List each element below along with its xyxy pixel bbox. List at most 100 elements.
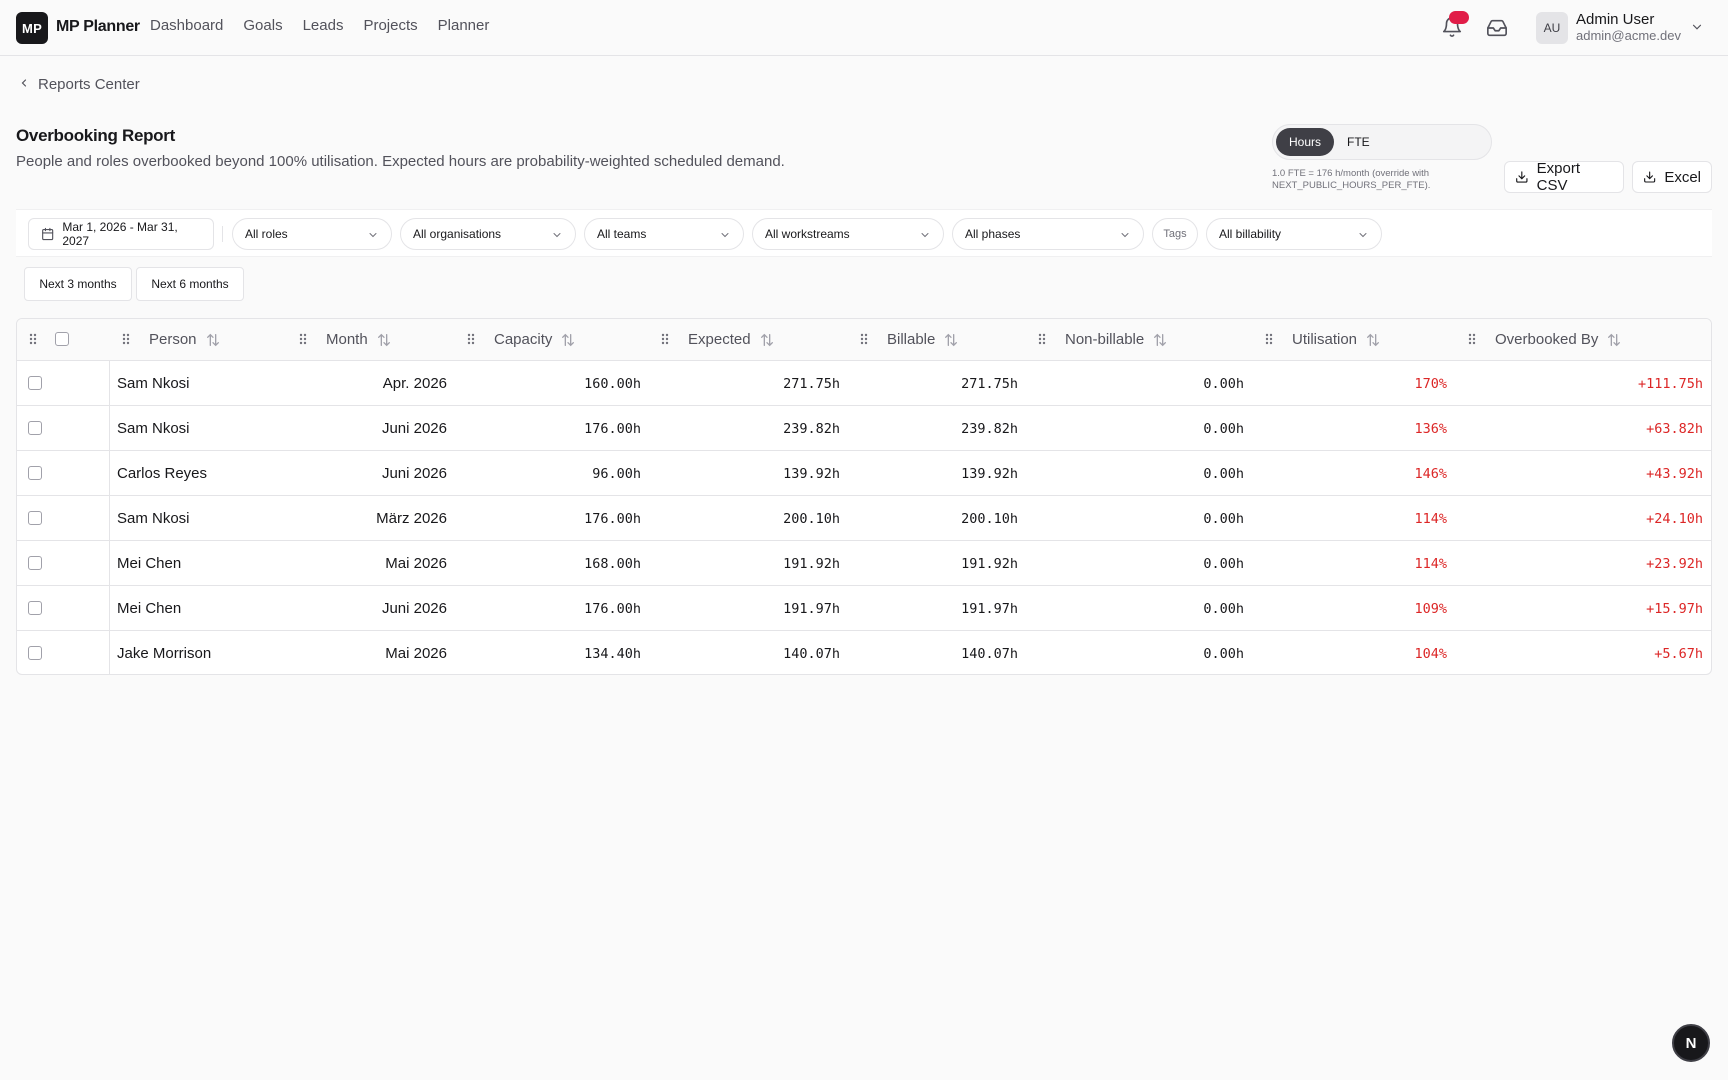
workstreams-select[interactable]: All workstreams [752, 218, 944, 250]
column-header-utilisation[interactable]: Utilisation [1292, 331, 1381, 348]
export-csv-button[interactable]: Export CSV [1504, 160, 1624, 194]
cell-person: Mei Chen [117, 600, 182, 617]
cell-month: Juni 2026 [381, 465, 447, 482]
cell-overbooked-by: +15.97h [1646, 601, 1703, 617]
cell-billable: 139.92h [961, 466, 1018, 482]
table-row[interactable]: Sam Nkosi März 2026 176.00h 200.10h 200.… [17, 496, 1711, 541]
page-title: Overbooking Report [16, 126, 175, 145]
fte-note: 1.0 FTE = 176 h/month (override with NEX… [1272, 168, 1431, 191]
row-checkbox[interactable] [28, 646, 42, 660]
nav-projects[interactable]: Projects [363, 17, 417, 34]
cell-overbooked-by: +63.82h [1646, 421, 1703, 437]
toggle-hours[interactable]: Hours [1276, 128, 1334, 156]
nav-leads[interactable]: Leads [303, 17, 344, 34]
breadcrumb[interactable]: Reports Center [38, 76, 140, 93]
column-header-person[interactable]: Person [149, 331, 221, 348]
chevron-down-icon [921, 233, 929, 238]
app-logo[interactable]: MP [16, 12, 48, 44]
next-devtools-button[interactable]: N [1672, 1024, 1710, 1062]
row-checkbox[interactable] [28, 421, 42, 435]
excel-button[interactable]: Excel [1632, 161, 1712, 193]
nav-dashboard[interactable]: Dashboard [150, 17, 223, 34]
cell-utilisation: 136% [1414, 421, 1447, 437]
column-header-expected[interactable]: Expected [688, 331, 775, 348]
cell-person: Sam Nkosi [117, 375, 190, 392]
cell-utilisation: 114% [1414, 556, 1447, 572]
cell-capacity: 176.00h [584, 511, 641, 527]
drag-handle-icon[interactable] [660, 332, 670, 346]
cell-non-billable: 0.00h [1203, 646, 1244, 662]
column-label: Capacity [494, 331, 553, 348]
column-header-capacity[interactable]: Capacity [494, 331, 576, 348]
export-csv-label: Export CSV [1536, 160, 1580, 194]
drag-handle-icon[interactable] [1037, 332, 1047, 346]
date-range-picker[interactable]: Mar 1, 2026 - Mar 31, 2027 [28, 218, 214, 250]
table-row[interactable]: Mei Chen Mai 2026 168.00h 191.92h 191.92… [17, 541, 1711, 586]
roles-value: All roles [245, 227, 288, 241]
inbox-icon[interactable] [1486, 17, 1508, 39]
organisations-select[interactable]: All organisations [400, 218, 576, 250]
user-name[interactable]: Admin User [1576, 11, 1654, 28]
cell-utilisation: 109% [1414, 601, 1447, 617]
table-row[interactable]: Carlos Reyes Juni 2026 96.00h 139.92h 13… [17, 451, 1711, 496]
column-label: Utilisation [1292, 331, 1358, 348]
row-checkbox[interactable] [28, 556, 42, 570]
drag-handle-icon[interactable] [859, 332, 869, 346]
nav-goals[interactable]: Goals [243, 17, 282, 34]
column-header-overbooked-by[interactable]: Overbooked By [1495, 331, 1622, 348]
table-row[interactable]: Sam Nkosi Apr. 2026 160.00h 271.75h 271.… [17, 361, 1711, 406]
chevron-left-icon[interactable] [18, 77, 30, 89]
drag-handle-icon[interactable] [298, 332, 308, 346]
column-header-billable[interactable]: Billable [887, 331, 959, 348]
filter-bar: Mar 1, 2026 - Mar 31, 2027 All roles All… [16, 209, 1712, 257]
sort-icon [206, 333, 219, 346]
preset-next-3-months[interactable]: Next 3 months [24, 267, 132, 301]
column-label: Month [326, 331, 368, 348]
column-label: Overbooked By [1495, 331, 1599, 348]
teams-select[interactable]: All teams [584, 218, 744, 250]
drag-handle-icon[interactable] [1467, 332, 1477, 346]
table-row[interactable]: Mei Chen Juni 2026 176.00h 191.97h 191.9… [17, 586, 1711, 631]
tags-filter[interactable]: Tags [1152, 218, 1198, 250]
avatar[interactable]: AU [1536, 12, 1568, 44]
column-label: Non-billable [1065, 331, 1145, 348]
drag-handle-icon[interactable] [1264, 332, 1274, 346]
user-email: admin@acme.dev [1576, 28, 1681, 43]
table-row[interactable]: Sam Nkosi Juni 2026 176.00h 239.82h 239.… [17, 406, 1711, 451]
notification-badge [1449, 11, 1469, 24]
roles-select[interactable]: All roles [232, 218, 392, 250]
row-checkbox[interactable] [28, 466, 42, 480]
column-header-non-billable[interactable]: Non-billable [1065, 331, 1168, 348]
drag-handle-icon[interactable] [466, 332, 476, 346]
drag-handle-icon[interactable] [121, 332, 131, 346]
cell-overbooked-by: +111.75h [1637, 376, 1703, 392]
drag-handle-icon[interactable] [28, 332, 38, 346]
app-name[interactable]: MP Planner [56, 18, 140, 36]
toggle-fte[interactable]: FTE [1347, 135, 1370, 149]
overbooking-table: Person Month Capacity Expected Billable … [16, 318, 1712, 675]
preset-next-6-months[interactable]: Next 6 months [136, 267, 244, 301]
cell-month: Mai 2026 [385, 645, 447, 662]
cell-overbooked-by: +24.10h [1646, 511, 1703, 527]
row-checkbox[interactable] [28, 376, 42, 390]
teams-value: All teams [597, 227, 647, 241]
column-header-month[interactable]: Month [326, 331, 392, 348]
unit-toggle: Hours FTE [1272, 124, 1492, 160]
date-range-value: Mar 1, 2026 - Mar 31, 2027 [62, 220, 178, 248]
select-all-checkbox[interactable] [55, 332, 69, 346]
row-checkbox[interactable] [28, 511, 42, 525]
cell-billable: 191.97h [961, 601, 1018, 617]
table-row[interactable]: Jake Morrison Mai 2026 134.40h 140.07h 1… [17, 631, 1711, 674]
chevron-down-icon [721, 233, 729, 238]
sort-icon [1154, 333, 1167, 346]
table-header: Person Month Capacity Expected Billable … [17, 319, 1711, 361]
nav-planner[interactable]: Planner [438, 17, 490, 34]
cell-expected: 140.07h [783, 646, 840, 662]
phases-select[interactable]: All phases [952, 218, 1144, 250]
cell-month: Apr. 2026 [382, 375, 447, 392]
row-checkbox[interactable] [28, 601, 42, 615]
cell-utilisation: 146% [1414, 466, 1447, 482]
chevron-down-icon[interactable] [1690, 20, 1704, 34]
download-icon [1644, 171, 1656, 183]
billability-select[interactable]: All billability [1206, 218, 1382, 250]
